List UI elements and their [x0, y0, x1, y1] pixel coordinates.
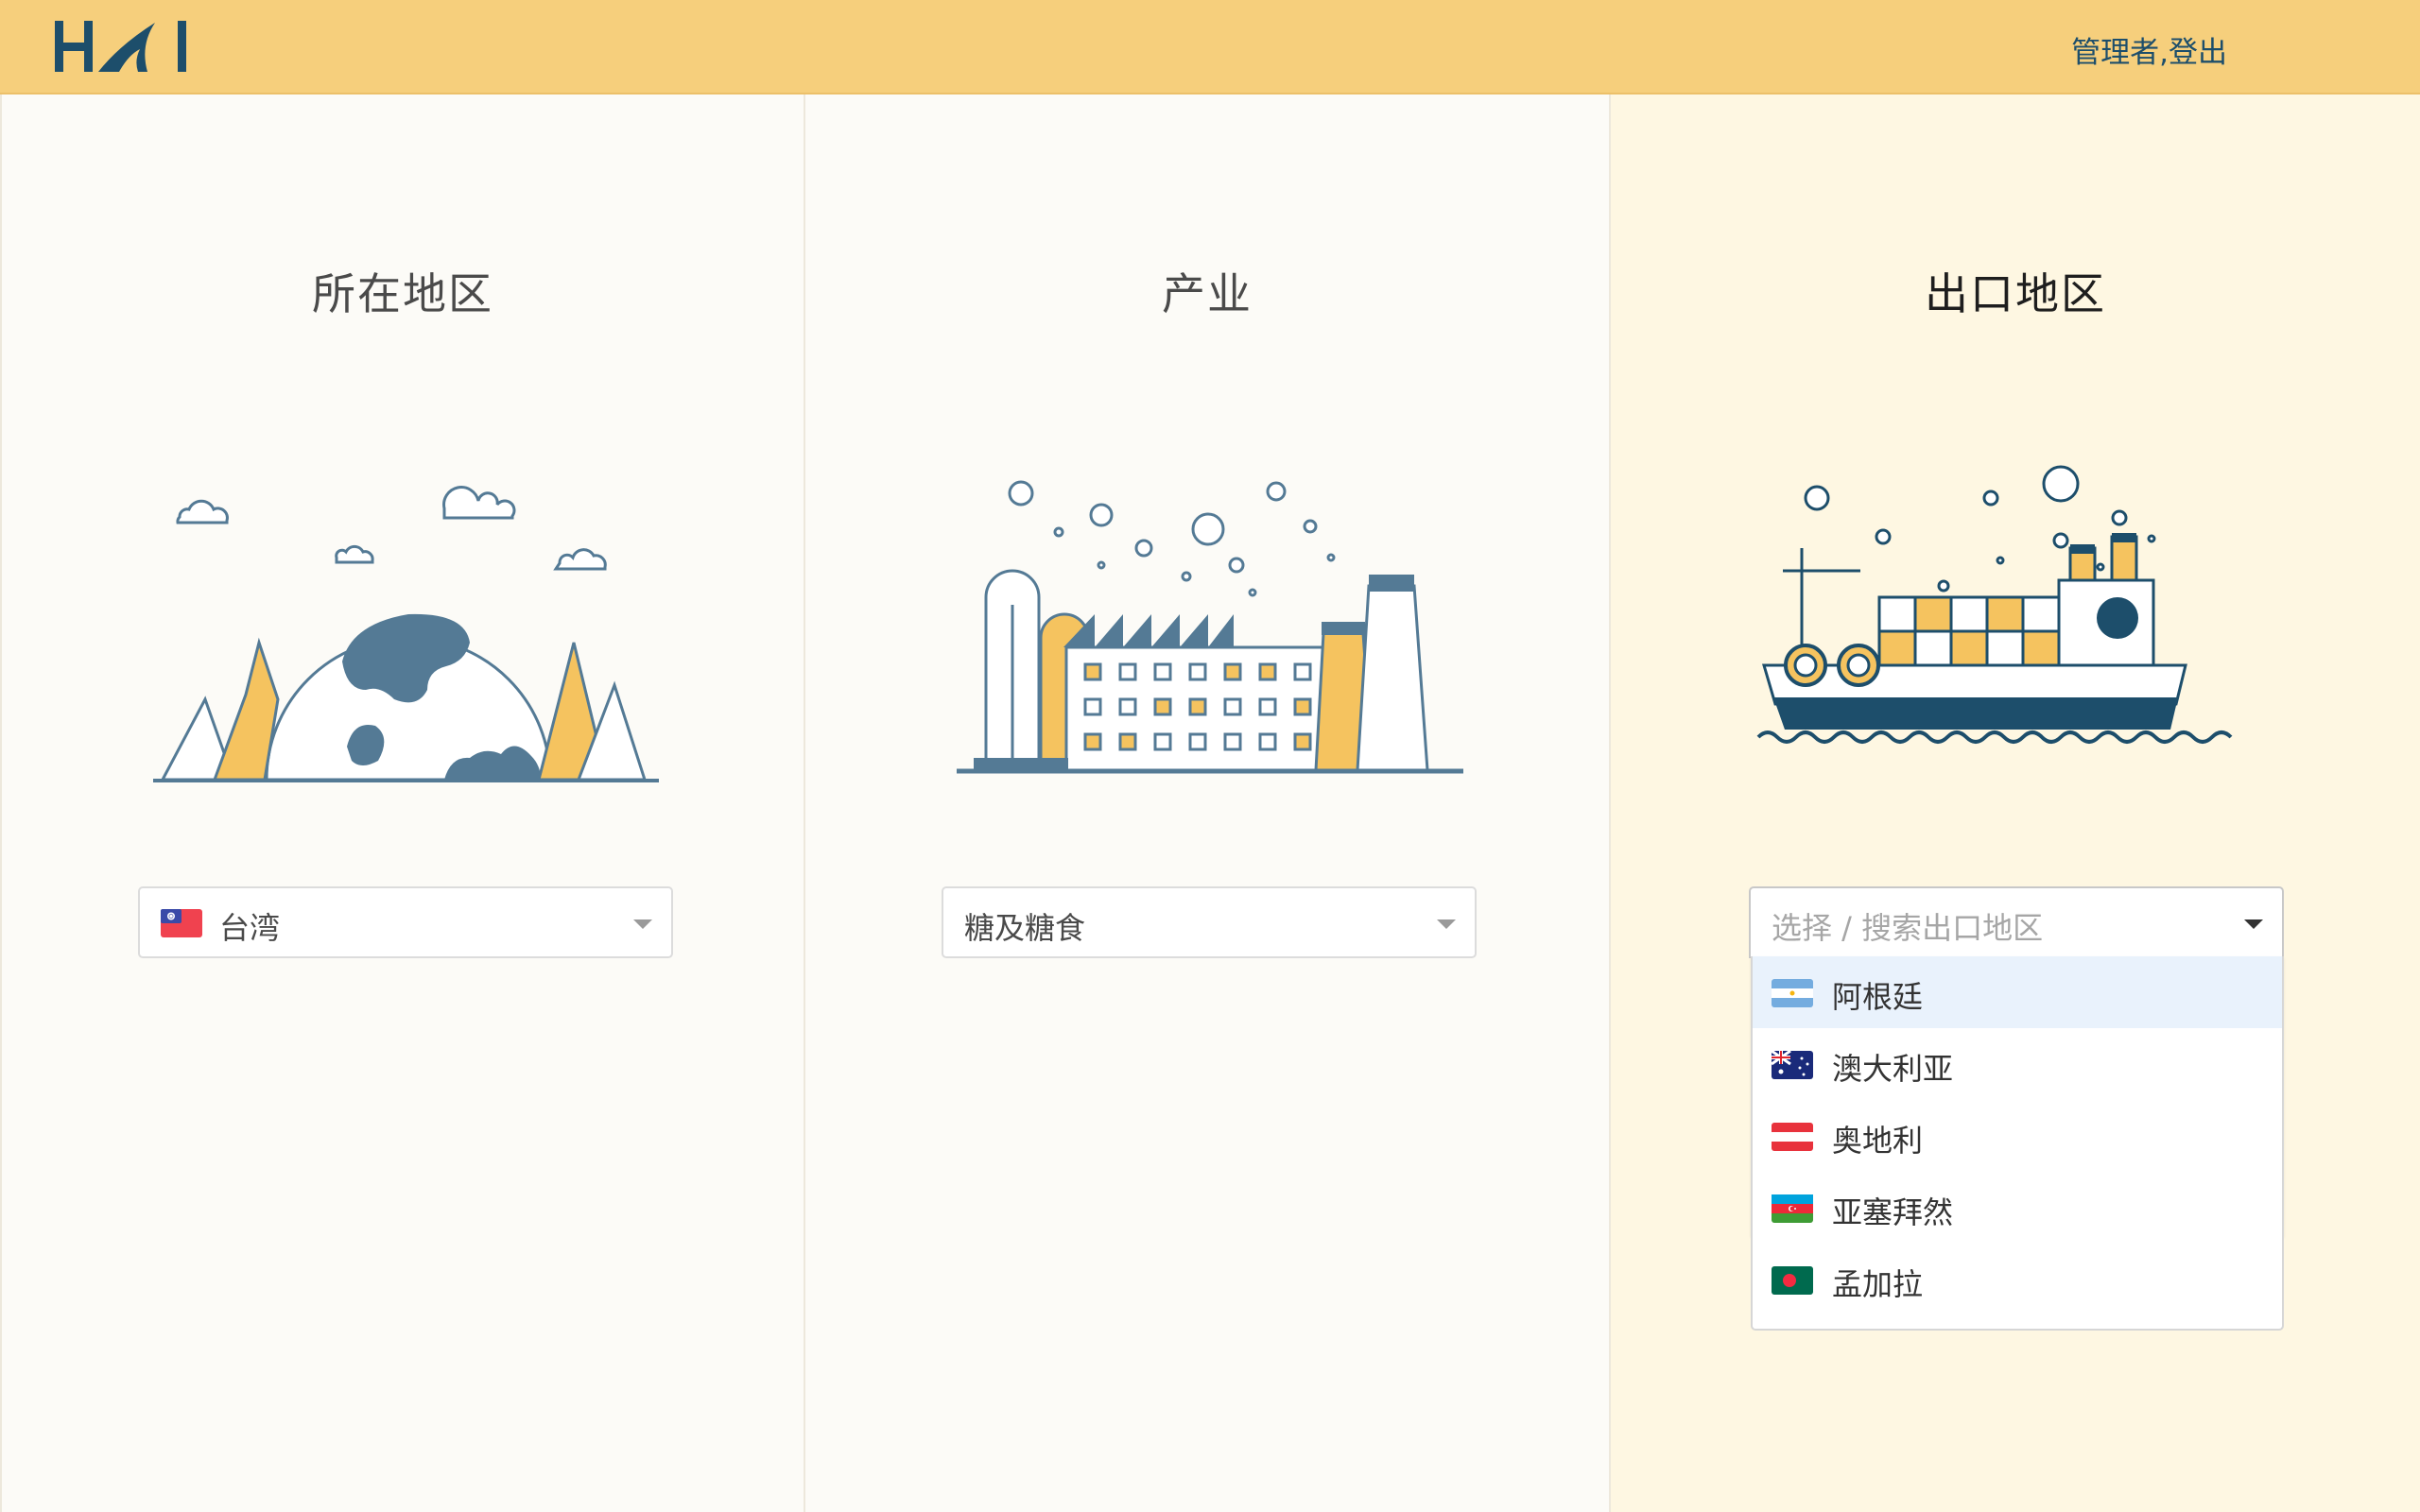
export-region-select[interactable]: 选择 / 搜索出口地区: [1749, 886, 2284, 958]
bangladesh-flag-icon: [1772, 1266, 1813, 1295]
logout-link[interactable]: 登出: [2169, 36, 2227, 70]
top-header-bar: 管理者,登出: [0, 0, 2420, 94]
admin-link[interactable]: 管理者: [2071, 36, 2159, 70]
location-select[interactable]: 台湾: [138, 886, 673, 958]
export-region-title: 出口地区: [1925, 268, 2106, 319]
user-menu: 管理者,登出: [2071, 28, 2227, 71]
azerbaijan-flag-icon: [1772, 1194, 1813, 1223]
industry-select-value: 糖及糖食: [964, 910, 1086, 946]
industry-column: 产业 糖及糖食: [805, 94, 1611, 1512]
taiwan-flag-icon: [161, 909, 202, 937]
option-azerbaijan[interactable]: 亚塞拜然: [1753, 1172, 2282, 1244]
hai-logo[interactable]: [53, 17, 195, 77]
location-select-value: 台湾: [219, 910, 281, 946]
option-label: 阿根廷: [1832, 979, 1924, 1015]
option-label: 奥地利: [1832, 1123, 1924, 1159]
option-austria[interactable]: 奥地利: [1753, 1100, 2282, 1172]
argentina-flag-icon: [1772, 979, 1813, 1007]
cargo-ship-illustration: [1756, 465, 2233, 744]
export-region-dropdown: 阿根廷 澳大利亚 奥地利 亚塞拜然: [1751, 956, 2284, 1236]
globe-with-trees-illustration: [153, 486, 659, 782]
location-column: 所在地区 台湾: [0, 94, 805, 1512]
option-label: 亚塞拜然: [1832, 1194, 1954, 1230]
australia-flag-icon: [1772, 1051, 1813, 1079]
austria-flag-icon: [1772, 1123, 1813, 1151]
option-label: 孟加拉: [1832, 1266, 1924, 1302]
export-region-column: 出口地区 选择 / 搜索出口地区 阿根廷 澳大利亚 奥地利 亚塞拜然 孟加拉: [1611, 94, 2420, 1512]
option-label: 澳大利亚: [1832, 1051, 1954, 1087]
option-australia[interactable]: 澳大利亚: [1753, 1028, 2282, 1100]
option-bangladesh[interactable]: 孟加拉: [1753, 1244, 2282, 1315]
selection-columns: 所在地区 台湾 产业 糖及糖食 出口地区 选择 / 搜索出口地区 阿根廷 澳大利…: [0, 94, 2420, 1512]
export-region-search-input[interactable]: 选择 / 搜索出口地区: [1772, 904, 2043, 948]
chevron-down-icon: [1437, 919, 1456, 929]
industry-select[interactable]: 糖及糖食: [942, 886, 1477, 958]
chevron-down-icon: [2244, 919, 2263, 929]
chevron-down-icon: [633, 919, 652, 929]
option-argentina[interactable]: 阿根廷: [1753, 956, 2282, 1028]
location-title: 所在地区: [312, 268, 493, 319]
separator: ,: [2159, 36, 2169, 70]
industry-title: 产业: [1162, 268, 1253, 319]
factory-illustration: [957, 480, 1463, 774]
